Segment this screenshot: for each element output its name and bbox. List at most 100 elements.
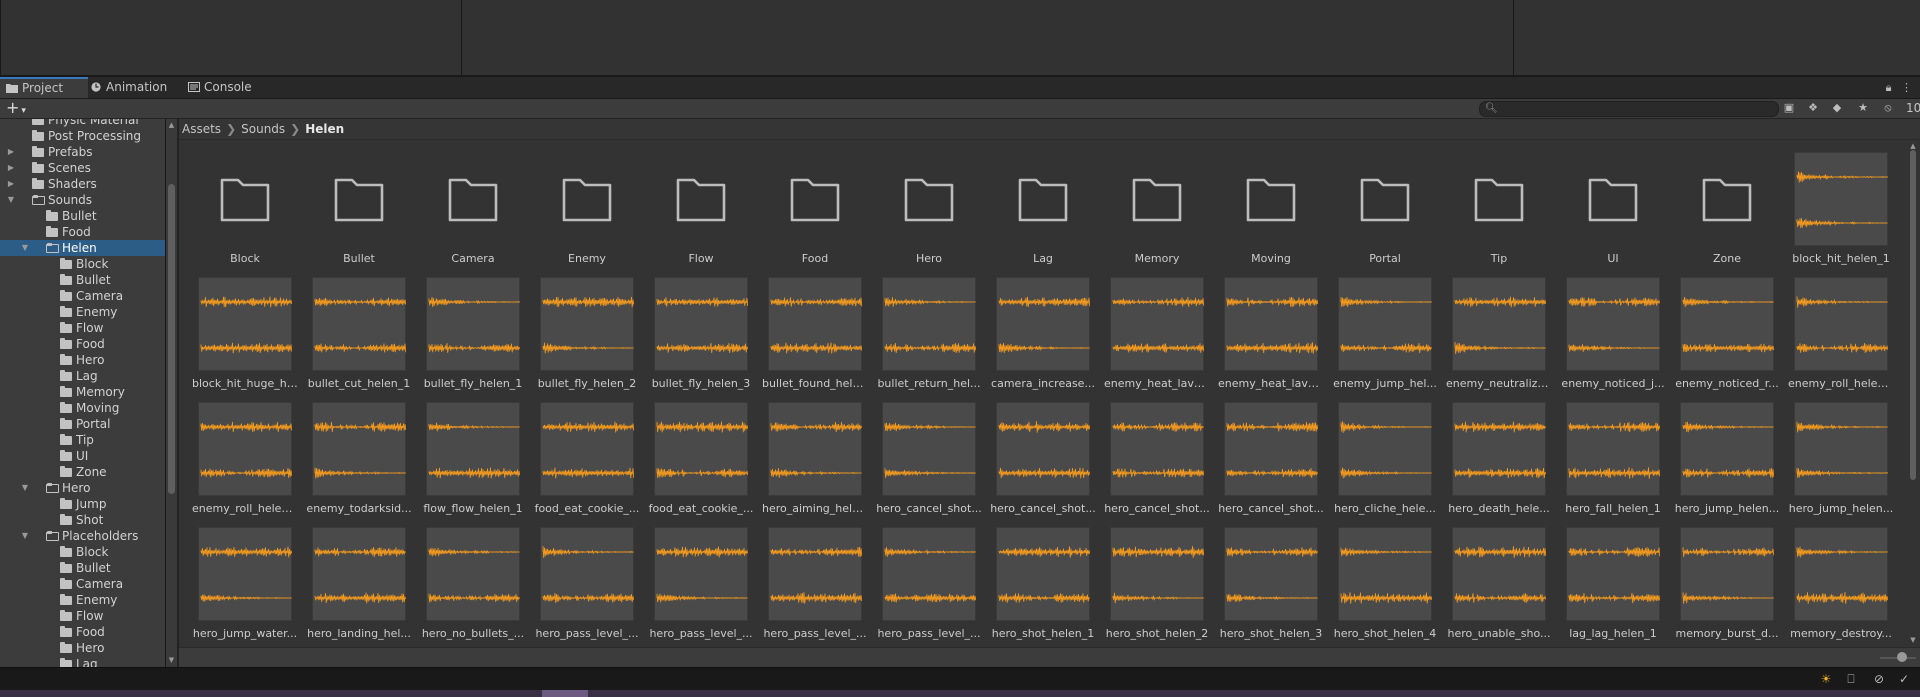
lighting-icon[interactable]: ☀	[1818, 672, 1834, 686]
hidden-packages-count: 10	[1906, 101, 1920, 115]
tree-item[interactable]: Enemy	[0, 304, 165, 320]
tree-item[interactable]: ▶ Shaders	[0, 176, 165, 192]
tree-item[interactable]: ▼ Hero	[0, 480, 165, 496]
breadcrumb-sounds[interactable]: Sounds	[241, 122, 285, 136]
asset-label: enemy_jump_hel...	[1333, 377, 1437, 390]
expand-arrow-down-icon[interactable]: ▼	[20, 528, 30, 544]
tab-console[interactable]: Console	[182, 77, 268, 98]
folder-tree-scrollbar[interactable]: ▲ ▼	[166, 119, 177, 667]
tree-item[interactable]: Memory	[0, 384, 165, 400]
cache-server-icon[interactable]: ⎕	[1843, 672, 1859, 686]
breadcrumb-assets[interactable]: Assets	[182, 122, 221, 136]
tree-item[interactable]: Food	[0, 336, 165, 352]
tree-item[interactable]: Camera	[0, 576, 165, 592]
tree-item[interactable]: Tip	[0, 432, 165, 448]
scroll-down-icon[interactable]: ▼	[1908, 636, 1918, 644]
audio-waveform-icon	[654, 527, 749, 621]
audio-waveform-icon	[540, 527, 635, 621]
scrollbar-thumb[interactable]	[1910, 150, 1916, 480]
tree-item[interactable]: Shot	[0, 512, 165, 528]
filter-by-type-icon[interactable]: ❖	[1805, 101, 1821, 115]
tree-item[interactable]: Food	[0, 624, 165, 640]
tree-item[interactable]: Food	[0, 224, 165, 240]
audio-waveform-icon	[312, 402, 407, 496]
scroll-down-icon[interactable]: ▼	[167, 656, 176, 664]
audio-waveform-icon	[540, 277, 635, 371]
tree-item[interactable]: Moving	[0, 400, 165, 416]
expand-arrow-right-icon[interactable]: ▶	[6, 176, 16, 192]
breadcrumb-helen[interactable]: Helen	[305, 122, 344, 136]
folder-icon	[60, 498, 72, 509]
asset-label: food_eat_cookie_...	[648, 502, 754, 515]
audio-waveform-icon	[1794, 402, 1889, 496]
tree-item[interactable]: ▼ Sounds	[0, 192, 165, 208]
filter-by-label-icon[interactable]: ◆	[1829, 101, 1845, 115]
expand-arrow-right-icon[interactable]: ▶	[6, 160, 16, 176]
folder-icon	[32, 178, 44, 189]
tree-item[interactable]: ▶ Prefabs	[0, 144, 165, 160]
check-status-icon[interactable]: ✓	[1896, 672, 1912, 686]
tree-item[interactable]: Bullet	[0, 272, 165, 288]
more-options-icon[interactable]: ⋮	[1901, 81, 1912, 94]
tree-item[interactable]: ▶ Scenes	[0, 160, 165, 176]
asset-label: hero_jump_water...	[192, 627, 298, 640]
tree-item-label: Physic Material	[48, 119, 139, 127]
expand-arrow-down-icon[interactable]: ▼	[20, 480, 30, 496]
console-icon	[188, 82, 200, 92]
asset-grid: Block Bullet Camera Enemy Flow Food Hero Lag Mem…	[179, 140, 1906, 647]
lock-icon[interactable]: 🔒︎	[1886, 81, 1892, 94]
tree-item[interactable]: Lag	[0, 368, 165, 384]
asset-label: enemy_roll_helen...	[192, 502, 298, 515]
tree-item[interactable]: Flow	[0, 320, 165, 336]
asset-label: Moving	[1251, 252, 1291, 265]
thumbnail-size-slider-knob[interactable]	[1897, 652, 1907, 662]
scroll-up-icon[interactable]: ▲	[167, 121, 176, 129]
tree-item[interactable]: Block	[0, 544, 165, 560]
asset-label: hero_shot_helen_2	[1105, 627, 1209, 640]
folder-icon	[60, 386, 72, 397]
expand-arrow-down-icon[interactable]: ▼	[6, 192, 16, 208]
folder-icon	[32, 146, 44, 157]
tree-item[interactable]: Jump	[0, 496, 165, 512]
asset-grid-scrollbar[interactable]: ▲ ▼	[1906, 140, 1920, 647]
tree-item[interactable]: Enemy	[0, 592, 165, 608]
tree-item[interactable]: Flow	[0, 608, 165, 624]
tree-item[interactable]: Hero	[0, 352, 165, 368]
folder-icon	[60, 322, 72, 333]
tree-item[interactable]: Portal	[0, 416, 165, 432]
folder-icon	[32, 130, 44, 141]
scroll-up-icon[interactable]: ▲	[1908, 142, 1918, 150]
asset-label: enemy_roll_helen...	[1788, 377, 1894, 390]
favorites-star-icon[interactable]: ★	[1855, 101, 1871, 115]
expand-arrow-right-icon[interactable]: ▶	[6, 144, 16, 160]
hidden-packages-icon[interactable]: ⦸	[1880, 101, 1896, 115]
tree-item[interactable]: Lag	[0, 656, 165, 667]
asset-label: Hero	[915, 252, 943, 265]
tab-project[interactable]: Project	[0, 77, 88, 98]
network-off-icon[interactable]: ⊘	[1871, 672, 1887, 686]
folder-icon	[60, 370, 72, 381]
tree-item[interactable]: Physic Material	[0, 119, 165, 128]
tree-item-label: Scenes	[48, 161, 91, 175]
tree-item[interactable]: Block	[0, 256, 165, 272]
tree-item[interactable]: Camera	[0, 288, 165, 304]
create-asset-label: +	[6, 98, 20, 117]
search-by-type-icon[interactable]: ▣	[1781, 101, 1797, 115]
tree-item[interactable]: ▼ Helen	[0, 240, 165, 256]
expand-arrow-down-icon[interactable]: ▼	[20, 240, 30, 256]
audio-waveform-icon	[1338, 277, 1433, 371]
tree-item[interactable]: Bullet	[0, 560, 165, 576]
asset-label: enemy_noticed_j...	[1561, 377, 1665, 390]
tree-item[interactable]: Bullet	[0, 208, 165, 224]
audio-waveform-icon	[198, 527, 293, 621]
create-asset-button[interactable]: + ▾	[6, 99, 26, 120]
tree-item[interactable]: Hero	[0, 640, 165, 656]
tab-animation[interactable]: Animation	[84, 77, 180, 98]
tree-item[interactable]: Post Processing	[0, 128, 165, 144]
scrollbar-thumb[interactable]	[168, 184, 175, 494]
tree-item[interactable]: ▼ Placeholders	[0, 528, 165, 544]
tree-item[interactable]: UI	[0, 448, 165, 464]
search-input[interactable]: 🔍︎	[1479, 101, 1779, 117]
tree-item[interactable]: Zone	[0, 464, 165, 480]
clock-icon	[91, 82, 101, 92]
